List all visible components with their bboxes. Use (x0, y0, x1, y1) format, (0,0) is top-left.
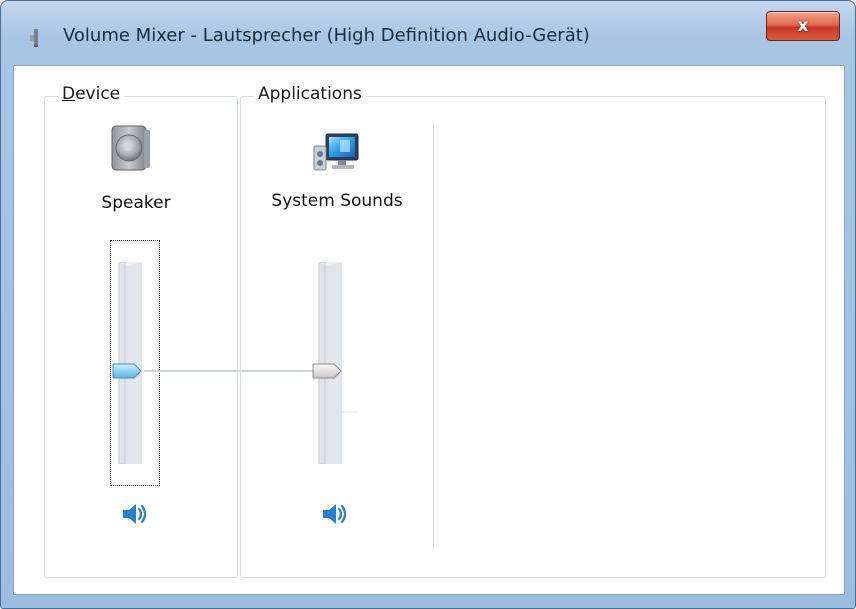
volume-mixer-window: Volume Mixer - Lautsprecher (High Defini… (0, 0, 856, 609)
window-title: Volume Mixer - Lautsprecher (High Defini… (63, 25, 590, 46)
app-column-divider (433, 124, 434, 548)
speaker-small-icon (30, 29, 38, 47)
applications-group-label: Applications (254, 84, 366, 104)
app-slider-thumb[interactable] (312, 363, 342, 379)
device-group-label: Device (58, 84, 125, 104)
mixer-client-area: Device Applications Speaker System Sound… (13, 65, 845, 595)
speaker-icon[interactable] (108, 124, 154, 174)
title-bar[interactable]: Volume Mixer - Lautsprecher (High Defini… (1, 1, 855, 67)
device-name-label: Speaker (101, 193, 171, 213)
volume-link-line (144, 370, 322, 372)
speaker-volume-icon[interactable] (319, 499, 349, 529)
close-icon: x (797, 16, 809, 36)
close-button[interactable]: x (766, 11, 840, 41)
speaker-volume-icon[interactable] (119, 499, 149, 529)
device-slider-thumb[interactable] (112, 363, 142, 379)
app-name-label: System Sounds (271, 191, 403, 211)
system-sounds-icon[interactable] (310, 128, 362, 176)
